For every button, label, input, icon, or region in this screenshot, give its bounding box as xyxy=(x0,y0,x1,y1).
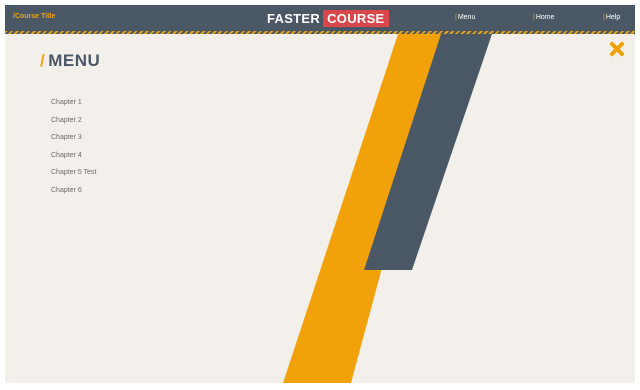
chapter-item[interactable]: Chapter 4 xyxy=(51,151,96,169)
nav-separator: | xyxy=(603,14,605,21)
menu-heading: / MENU xyxy=(40,51,100,71)
chapter-list: Chapter 1 Chapter 2 Chapter 3 Chapter 4 … xyxy=(51,98,96,203)
menu-slash: / xyxy=(40,51,46,70)
chapter-item[interactable]: Chapter 6 xyxy=(51,186,96,204)
logo: FASTER COURSE xyxy=(267,9,389,27)
nav-menu-link[interactable]: |Menu xyxy=(455,14,475,21)
nav-help-label: Help xyxy=(605,14,621,21)
chapter-item[interactable]: Chapter 1 xyxy=(51,98,96,116)
menu-title: MENU xyxy=(48,51,101,70)
course-title[interactable]: /Course Title xyxy=(13,13,55,20)
app-frame: /Course Title FASTER COURSE |Menu |Home … xyxy=(5,5,635,383)
header-stripe xyxy=(5,31,635,34)
nav-separator: | xyxy=(455,14,457,21)
chapter-item[interactable]: Chapter 3 xyxy=(51,133,96,151)
nav-help-link[interactable]: |Help xyxy=(603,14,620,21)
nav-menu-label: Menu xyxy=(457,14,476,21)
nav-home-link[interactable]: |Home xyxy=(533,14,555,21)
chapter-item[interactable]: Chapter 5 Test xyxy=(51,168,96,186)
nav-separator: | xyxy=(533,14,535,21)
nav-home-label: Home xyxy=(535,14,555,21)
top-bar: /Course Title FASTER COURSE |Menu |Home … xyxy=(5,5,635,31)
logo-course: COURSE xyxy=(323,9,389,27)
chapter-item[interactable]: Chapter 2 xyxy=(51,116,96,134)
logo-faster: FASTER xyxy=(267,10,321,26)
close-icon[interactable] xyxy=(607,40,627,60)
